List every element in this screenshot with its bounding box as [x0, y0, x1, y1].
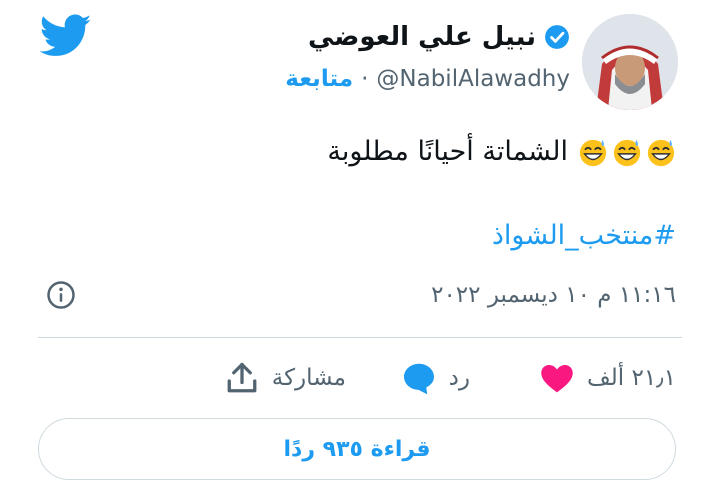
like-count: ٢١٫١ ألف	[586, 365, 676, 391]
grinning-sweat-emoji-icon	[579, 139, 607, 166]
avatar-portrait	[582, 14, 678, 110]
hashtag-link[interactable]: #منتخب_الشواذ	[492, 220, 676, 251]
speech-bubble-icon	[403, 363, 434, 395]
author-handle-row: @NabilAlawadhy · متابعة	[285, 66, 570, 92]
tweet-text: الشماتة أحيانًا مطلوبة	[327, 136, 568, 167]
share-upload-icon	[227, 362, 257, 393]
author-name[interactable]: نبيل علي العوضي	[308, 22, 536, 52]
divider	[38, 337, 682, 338]
follow-link[interactable]: متابعة	[285, 66, 353, 92]
grinning-sweat-emoji-icon	[647, 139, 675, 166]
separator-dot: ·	[361, 66, 369, 92]
share-label: مشاركة	[271, 365, 346, 391]
info-icon[interactable]	[46, 280, 76, 310]
tweet-timestamp[interactable]: ١١:١٦ م ١٠ ديسمبر ٢٠٢٢	[431, 282, 676, 308]
author-name-row: نبيل علي العوضي	[308, 22, 570, 52]
action-bar: ٢١٫١ ألف رد مشاركة	[0, 356, 720, 400]
heart-icon	[541, 364, 573, 393]
author-handle[interactable]: @NabilAlawadhy	[376, 66, 570, 92]
avatar[interactable]	[582, 14, 678, 110]
share-button[interactable]: مشاركة	[224, 356, 346, 400]
twitter-bird-icon[interactable]	[40, 14, 92, 58]
tweet-card: نبيل علي العوضي @NabilAlawadhy · متابعة …	[0, 0, 720, 480]
grinning-sweat-emoji-icon	[613, 139, 641, 166]
like-button[interactable]: ٢١٫١ ألف	[539, 356, 676, 400]
reply-label: رد	[448, 365, 470, 391]
verified-badge-icon	[545, 25, 569, 49]
reply-button[interactable]: رد	[401, 356, 470, 400]
emoji-group	[578, 137, 676, 167]
read-replies-button[interactable]: قراءة ٩٣٥ ردًا	[38, 418, 676, 480]
tweet-body: الشماتة أحيانًا مطلوبة	[327, 136, 676, 167]
